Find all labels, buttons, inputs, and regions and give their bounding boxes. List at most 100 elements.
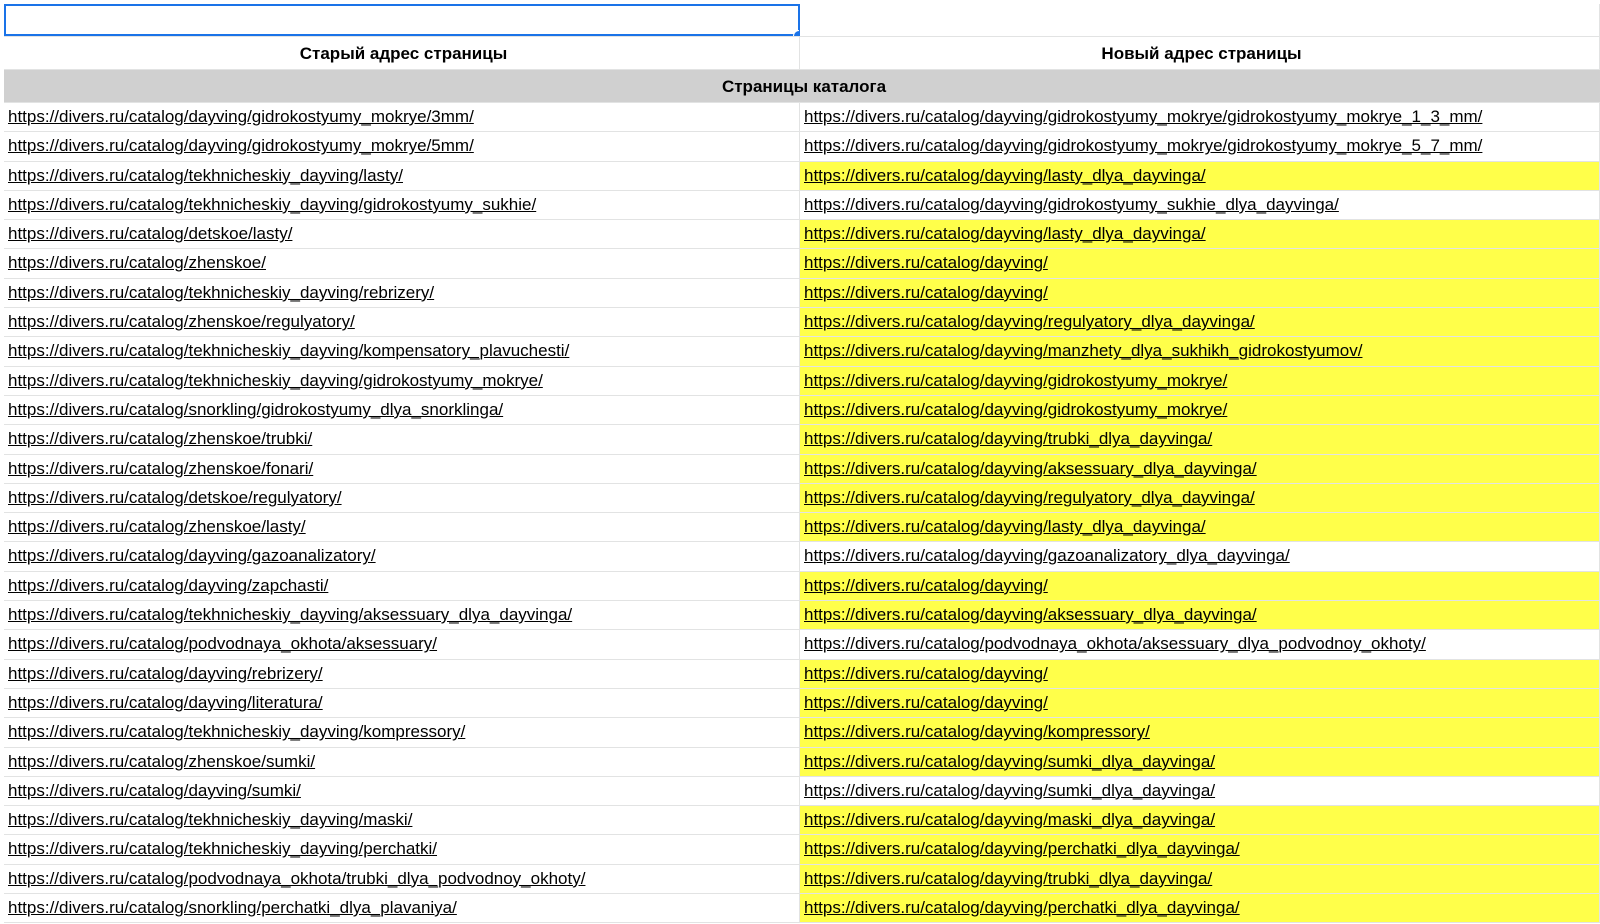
new-url-link[interactable]: https://divers.ru/catalog/dayving/percha… [804,839,1240,858]
old-url-cell[interactable]: https://divers.ru/catalog/zhenskoe/ [4,249,800,278]
new-url-link[interactable]: https://divers.ru/catalog/dayving/manzhe… [804,341,1362,360]
new-url-cell[interactable]: https://divers.ru/catalog/dayving/reguly… [800,483,1600,513]
old-url-cell[interactable]: https://divers.ru/catalog/tekhnicheskiy_… [4,366,800,395]
old-url-link[interactable]: https://divers.ru/catalog/zhenskoe/trubk… [8,429,312,448]
old-url-cell[interactable]: https://divers.ru/catalog/dayving/rebriz… [4,659,800,688]
old-url-cell[interactable]: https://divers.ru/catalog/dayving/gazoan… [4,542,800,571]
new-url-cell[interactable]: https://divers.ru/catalog/dayving/lasty_… [800,161,1600,190]
old-url-link[interactable]: https://divers.ru/catalog/dayving/gidrok… [8,107,474,126]
old-url-cell[interactable]: https://divers.ru/catalog/zhenskoe/regul… [4,308,800,337]
old-url-link[interactable]: https://divers.ru/catalog/dayving/zapcha… [8,576,328,595]
new-url-cell[interactable]: https://divers.ru/catalog/dayving/ [800,278,1600,308]
new-url-link[interactable]: https://divers.ru/catalog/dayving/lasty_… [804,517,1206,536]
old-url-link[interactable]: https://divers.ru/catalog/snorkling/gidr… [8,400,503,419]
new-url-link[interactable]: https://divers.ru/catalog/dayving/kompre… [804,722,1150,741]
new-url-cell[interactable]: https://divers.ru/catalog/podvodnaya_okh… [800,630,1600,659]
old-url-link[interactable]: https://divers.ru/catalog/tekhnicheskiy_… [8,839,437,858]
old-url-cell[interactable]: https://divers.ru/catalog/snorkling/gidr… [4,395,800,425]
new-url-cell[interactable]: https://divers.ru/catalog/dayving/reguly… [800,308,1600,337]
old-url-link[interactable]: https://divers.ru/catalog/podvodnaya_okh… [8,869,585,888]
new-url-cell[interactable]: https://divers.ru/catalog/dayving/kompre… [800,718,1600,747]
old-url-link[interactable]: https://divers.ru/catalog/tekhnicheskiy_… [8,166,403,185]
new-url-cell[interactable]: https://divers.ru/catalog/dayving/ [800,688,1600,718]
new-url-link[interactable]: https://divers.ru/catalog/dayving/trubki… [804,869,1212,888]
old-url-cell[interactable]: https://divers.ru/catalog/tekhnicheskiy_… [4,337,800,366]
old-url-cell[interactable]: https://divers.ru/catalog/detskoe/reguly… [4,483,800,513]
header-old-url[interactable]: Старый адрес страницы [4,37,800,69]
new-url-cell[interactable]: https://divers.ru/catalog/dayving/aksess… [800,454,1600,483]
old-url-cell[interactable]: https://divers.ru/catalog/tekhnicheskiy_… [4,190,800,220]
old-url-cell[interactable]: https://divers.ru/catalog/zhenskoe/fonar… [4,454,800,483]
old-url-link[interactable]: https://divers.ru/catalog/detskoe/lasty/ [8,224,292,243]
new-url-cell[interactable]: https://divers.ru/catalog/dayving/lasty_… [800,513,1600,542]
new-url-cell[interactable]: https://divers.ru/catalog/dayving/aksess… [800,601,1600,630]
new-url-cell[interactable]: https://divers.ru/catalog/dayving/sumki_… [800,747,1600,776]
new-url-cell[interactable]: https://divers.ru/catalog/dayving/percha… [800,894,1600,923]
new-url-cell[interactable]: https://divers.ru/catalog/dayving/ [800,659,1600,688]
old-url-link[interactable]: https://divers.ru/catalog/tekhnicheskiy_… [8,605,572,624]
new-url-link[interactable]: https://divers.ru/catalog/dayving/ [804,693,1048,712]
new-url-link[interactable]: https://divers.ru/catalog/dayving/percha… [804,898,1240,917]
new-url-cell[interactable]: https://divers.ru/catalog/dayving/percha… [800,835,1600,864]
section-title[interactable]: Страницы каталога [4,70,1600,102]
old-url-cell[interactable]: https://divers.ru/catalog/tekhnicheskiy_… [4,278,800,308]
old-url-link[interactable]: https://divers.ru/catalog/snorkling/perc… [8,898,457,917]
new-url-link[interactable]: https://divers.ru/catalog/dayving/reguly… [804,488,1255,507]
new-url-cell[interactable]: https://divers.ru/catalog/dayving/ [800,571,1600,601]
header-new-url[interactable]: Новый адрес страницы [800,37,1600,69]
new-url-cell[interactable]: https://divers.ru/catalog/dayving/trubki… [800,864,1600,894]
new-url-link[interactable]: https://divers.ru/catalog/dayving/ [804,253,1048,272]
old-url-cell[interactable]: https://divers.ru/catalog/zhenskoe/lasty… [4,513,800,542]
new-url-link[interactable]: https://divers.ru/catalog/dayving/lasty_… [804,224,1206,243]
old-url-link[interactable]: https://divers.ru/catalog/dayving/sumki/ [8,781,301,800]
new-url-cell[interactable]: https://divers.ru/catalog/dayving/lasty_… [800,220,1600,249]
old-url-cell[interactable]: https://divers.ru/catalog/dayving/zapcha… [4,571,800,601]
old-url-link[interactable]: https://divers.ru/catalog/dayving/litera… [8,693,323,712]
new-url-cell[interactable]: https://divers.ru/catalog/dayving/manzhe… [800,337,1600,366]
new-url-link[interactable]: https://divers.ru/catalog/dayving/aksess… [804,459,1257,478]
new-url-link[interactable]: https://divers.ru/catalog/dayving/aksess… [804,605,1257,624]
old-url-link[interactable]: https://divers.ru/catalog/zhenskoe/fonar… [8,459,313,478]
old-url-link[interactable]: https://divers.ru/catalog/zhenskoe/lasty… [8,517,306,536]
new-url-cell[interactable]: https://divers.ru/catalog/dayving/ [800,249,1600,278]
new-url-link[interactable]: https://divers.ru/catalog/podvodnaya_okh… [804,634,1426,653]
old-url-link[interactable]: https://divers.ru/catalog/dayving/rebriz… [8,664,323,683]
new-url-link[interactable]: https://divers.ru/catalog/dayving/reguly… [804,312,1255,331]
old-url-link[interactable]: https://divers.ru/catalog/detskoe/reguly… [8,488,342,507]
old-url-cell[interactable]: https://divers.ru/catalog/podvodnaya_okh… [4,864,800,894]
old-url-cell[interactable]: https://divers.ru/catalog/zhenskoe/trubk… [4,425,800,454]
new-url-link[interactable]: https://divers.ru/catalog/dayving/sumki_… [804,781,1215,800]
old-url-link[interactable]: https://divers.ru/catalog/tekhnicheskiy_… [8,810,412,829]
new-url-cell[interactable]: https://divers.ru/catalog/dayving/gidrok… [800,366,1600,395]
old-url-link[interactable]: https://divers.ru/catalog/tekhnicheskiy_… [8,722,465,741]
old-url-link[interactable]: https://divers.ru/catalog/dayving/gidrok… [8,136,474,155]
selected-cell[interactable] [4,4,800,36]
new-url-cell[interactable]: https://divers.ru/catalog/dayving/gazoan… [800,542,1600,571]
new-url-link[interactable]: https://divers.ru/catalog/dayving/maski_… [804,810,1215,829]
new-url-link[interactable]: https://divers.ru/catalog/dayving/gidrok… [804,371,1227,390]
new-url-link[interactable]: https://divers.ru/catalog/dayving/ [804,664,1048,683]
old-url-cell[interactable]: https://divers.ru/catalog/tekhnicheskiy_… [4,161,800,190]
new-url-cell[interactable]: https://divers.ru/catalog/dayving/maski_… [800,806,1600,835]
old-url-cell[interactable]: https://divers.ru/catalog/tekhnicheskiy_… [4,806,800,835]
new-url-link[interactable]: https://divers.ru/catalog/dayving/trubki… [804,429,1212,448]
old-url-link[interactable]: https://divers.ru/catalog/tekhnicheskiy_… [8,283,434,302]
new-url-cell[interactable]: https://divers.ru/catalog/dayving/gidrok… [800,132,1600,161]
old-url-cell[interactable]: https://divers.ru/catalog/tekhnicheskiy_… [4,718,800,747]
new-url-link[interactable]: https://divers.ru/catalog/dayving/gazoan… [804,546,1290,565]
new-url-cell[interactable]: https://divers.ru/catalog/dayving/sumki_… [800,776,1600,806]
old-url-link[interactable]: https://divers.ru/catalog/tekhnicheskiy_… [8,371,543,390]
old-url-cell[interactable]: https://divers.ru/catalog/tekhnicheskiy_… [4,601,800,630]
new-url-link[interactable]: https://divers.ru/catalog/dayving/gidrok… [804,400,1227,419]
new-url-link[interactable]: https://divers.ru/catalog/dayving/ [804,576,1048,595]
new-url-link[interactable]: https://divers.ru/catalog/dayving/sumki_… [804,752,1215,771]
new-url-cell[interactable]: https://divers.ru/catalog/dayving/gidrok… [800,103,1600,132]
new-url-cell[interactable]: https://divers.ru/catalog/dayving/gidrok… [800,190,1600,220]
old-url-link[interactable]: https://divers.ru/catalog/zhenskoe/regul… [8,312,355,331]
new-url-link[interactable]: https://divers.ru/catalog/dayving/ [804,283,1048,302]
old-url-cell[interactable]: https://divers.ru/catalog/tekhnicheskiy_… [4,835,800,864]
old-url-cell[interactable]: https://divers.ru/catalog/dayving/gidrok… [4,132,800,161]
new-url-link[interactable]: https://divers.ru/catalog/dayving/gidrok… [804,195,1339,214]
old-url-link[interactable]: https://divers.ru/catalog/dayving/gazoan… [8,546,376,565]
new-url-link[interactable]: https://divers.ru/catalog/dayving/lasty_… [804,166,1206,185]
